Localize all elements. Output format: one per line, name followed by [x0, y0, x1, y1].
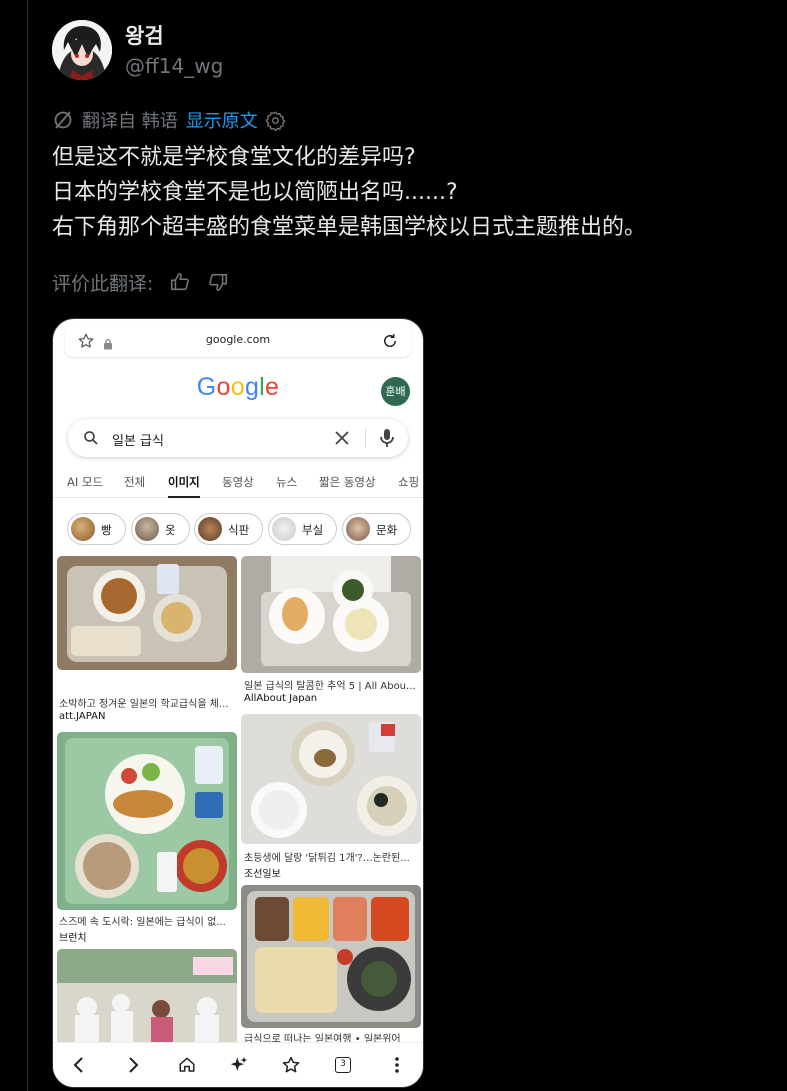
show-original-link[interactable]: 显示原文 [186, 107, 258, 133]
tweet-line: 日本的学校食堂不是也以简陋出名吗......? [52, 180, 458, 205]
filter-chip[interactable]: 옷 [131, 513, 190, 545]
image-result-thumbnail[interactable] [241, 714, 421, 844]
result-caption[interactable]: 스즈메 속 도시락: 일본에는 급식이 없... [59, 913, 235, 928]
search-icon [82, 429, 100, 451]
back-icon[interactable] [67, 1053, 91, 1077]
tweet-line: 但是这不就是学校食堂文化的差异吗? [52, 145, 416, 170]
search-tabs: AI 모드 전체 이미지 동영상 뉴스 짧은 동영상 쇼핑 [53, 471, 423, 498]
chip-thumbnail [346, 517, 370, 541]
browser-nav-bar: 3 [53, 1042, 423, 1087]
tab-videos[interactable]: 동영상 [222, 474, 254, 490]
tab-short-videos[interactable]: 짧은 동영상 [319, 474, 376, 490]
translation-bar: 翻译自 韩语 显示原文 [52, 108, 286, 132]
chip-label: 문화 [376, 523, 398, 537]
tabs-icon[interactable]: 3 [331, 1053, 355, 1077]
search-input[interactable]: 일본 급식 [68, 419, 408, 457]
sparkle-icon[interactable] [227, 1053, 251, 1077]
result-caption[interactable]: 일본 급식의 탈콤한 추억 5 | All Abou... [244, 677, 419, 692]
filter-chip[interactable]: 식판 [194, 513, 263, 545]
reload-icon[interactable] [381, 332, 399, 354]
translate-icon [52, 109, 74, 131]
chip-label: 부실 [302, 523, 324, 537]
forward-icon[interactable] [121, 1053, 145, 1077]
clear-icon[interactable] [334, 430, 350, 450]
chip-label: 빵 [101, 523, 112, 537]
tab-ai-mode[interactable]: AI 모드 [67, 474, 103, 490]
result-source: AllAbout Japan [244, 693, 318, 704]
account-avatar[interactable]: 훈배 [381, 377, 410, 406]
rate-translation: 评价此翻译: [52, 268, 229, 296]
result-source: att.JAPAN [59, 711, 106, 722]
search-query[interactable]: 일본 급식 [112, 430, 164, 449]
result-source: 조선일보 [244, 869, 281, 880]
image-result-thumbnail[interactable] [57, 732, 237, 910]
google-logo: Google [196, 373, 280, 401]
chip-thumbnail [71, 517, 95, 541]
avatar[interactable] [52, 20, 112, 80]
screenshot-attachment[interactable]: google.com Google 훈배 일본 급식 AI 모드 전체 이미지 … [52, 318, 424, 1088]
tweet-text: 但是这不就是学校食堂文化的差异吗? 日本的学校食堂不是也以简陋出名吗......… [52, 140, 646, 245]
image-result-thumbnail[interactable] [241, 885, 421, 1028]
author-name[interactable]: 왕검 [125, 20, 164, 50]
image-result-thumbnail[interactable] [57, 949, 237, 1045]
timeline-divider [27, 0, 28, 1091]
bookmark-star-icon[interactable] [279, 1053, 303, 1077]
filter-chip[interactable]: 문화 [342, 513, 411, 545]
tab-news[interactable]: 뉴스 [276, 474, 297, 490]
chip-thumbnail [135, 517, 159, 541]
tweet-line: 右下角那个超丰盛的食堂菜单是韩国学校以日式主题推出的。 [52, 215, 647, 240]
chip-thumbnail [272, 517, 296, 541]
gear-icon[interactable] [265, 110, 286, 131]
result-caption[interactable]: 소박하고 정겨운 일본의 학교급식을 체... [59, 695, 235, 710]
search-divider [365, 428, 366, 448]
chip-label: 옷 [165, 523, 176, 537]
translation-label: 翻译自 韩语 [82, 111, 178, 132]
rate-label: 评价此翻译: [52, 272, 154, 295]
mic-icon[interactable] [379, 428, 395, 452]
tab-images[interactable]: 이미지 [168, 474, 200, 498]
tab-all[interactable]: 전체 [124, 474, 145, 490]
thumbs-down-icon[interactable] [207, 271, 229, 293]
url-text[interactable]: google.com [65, 333, 411, 346]
result-caption[interactable]: 초등생에 달랑 '닭튀김 1개'?…논란된... [244, 849, 419, 864]
result-source: 브런치 [59, 933, 87, 944]
tab-shopping[interactable]: 쇼핑 [398, 474, 419, 490]
menu-icon[interactable] [385, 1053, 409, 1077]
chip-label: 식판 [228, 523, 250, 537]
chip-thumbnail [198, 517, 222, 541]
filter-chip[interactable]: 빵 [67, 513, 126, 545]
thumbs-up-icon[interactable] [169, 271, 191, 293]
filter-chip[interactable]: 부실 [268, 513, 337, 545]
image-result-thumbnail[interactable] [241, 556, 421, 673]
browser-url-bar[interactable]: google.com [65, 325, 411, 357]
home-icon[interactable] [175, 1053, 199, 1077]
image-result-thumbnail[interactable] [57, 556, 237, 670]
tab-count: 3 [340, 1059, 346, 1069]
author-handle[interactable]: @ff14_wg [125, 54, 223, 78]
